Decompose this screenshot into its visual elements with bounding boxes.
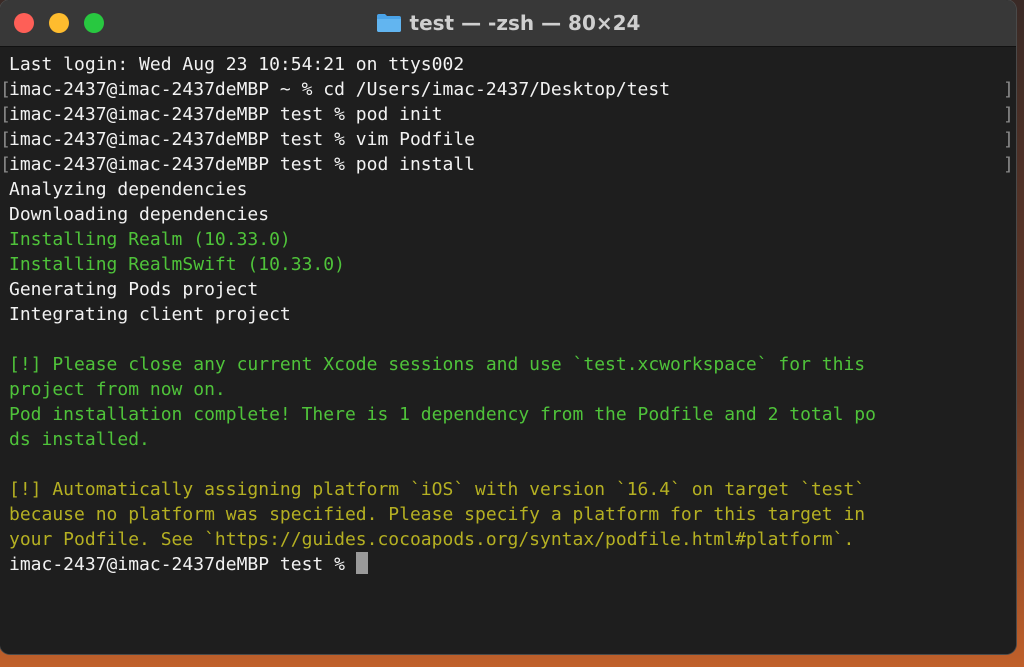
terminal-line: because no platform was specified. Pleas… [9,502,865,527]
window-title-group: test — -zsh — 80×24 [0,0,1016,46]
title-bar[interactable]: test — -zsh — 80×24 [0,0,1016,47]
terminal-line: Integrating client project [9,302,291,327]
line-marker-right: ] [1003,79,1014,100]
terminal-line-text: Downloading dependencies [9,204,270,225]
terminal-line-text: ds installed. [9,429,150,450]
terminal-line: Installing RealmSwift (10.33.0) [9,252,345,277]
terminal-line-text: Last login: Wed Aug 23 10:54:21 on ttys0… [9,54,465,75]
terminal-line: your Podfile. See `https://guides.cocoap… [9,527,854,552]
terminal-line-text: imac-2437@imac-2437deMBP ~ % cd /Users/i… [9,79,671,100]
text-cursor [355,552,368,574]
terminal-line-text: because no platform was specified. Pleas… [9,504,866,525]
terminal-line-text: Installing RealmSwift (10.33.0) [9,254,345,275]
terminal-line-text: Pod installation complete! There is 1 de… [9,404,876,425]
terminal-line: Downloading dependencies [9,202,269,227]
terminal-line-text: project from now on. [9,379,226,400]
terminal-line: imac-2437@imac-2437deMBP test % pod init [9,102,442,127]
terminal-line-text: imac-2437@imac-2437deMBP test % [9,554,356,575]
terminal-line-text: imac-2437@imac-2437deMBP test % pod inst… [9,154,475,175]
terminal-window[interactable]: test — -zsh — 80×24 Last login: Wed Aug … [0,0,1016,654]
terminal-line: [!] Automatically assigning platform `iO… [9,477,865,502]
terminal-line: Generating Pods project [9,277,258,302]
terminal-line-text: [!] Please close any current Xcode sessi… [9,354,866,375]
line-marker-right: ] [1003,104,1014,125]
terminal-line: imac-2437@imac-2437deMBP ~ % cd /Users/i… [9,77,670,102]
terminal-line-text: Generating Pods project [9,279,259,300]
terminal-line-text: Installing Realm (10.33.0) [9,229,291,250]
terminal-line: [!] Please close any current Xcode sessi… [9,352,865,377]
line-marker-right: ] [1003,154,1014,175]
terminal-line-text: Analyzing dependencies [9,179,248,200]
terminal-line-text: your Podfile. See `https://guides.cocoap… [9,529,855,550]
terminal-line: imac-2437@imac-2437deMBP test % pod inst… [9,152,475,177]
prompt-line: imac-2437@imac-2437deMBP test % [9,552,368,577]
terminal-line: Installing Realm (10.33.0) [9,227,291,252]
terminal-output[interactable]: Last login: Wed Aug 23 10:54:21 on ttys0… [0,47,1016,654]
terminal-line-text: Integrating client project [9,304,291,325]
terminal-line: ds installed. [9,427,150,452]
terminal-line: Pod installation complete! There is 1 de… [9,402,876,427]
terminal-line: imac-2437@imac-2437deMBP test % vim Podf… [9,127,475,152]
terminal-line: Analyzing dependencies [9,177,247,202]
folder-icon [376,13,402,33]
terminal-line: project from now on. [9,377,226,402]
window-title: test — -zsh — 80×24 [409,11,641,35]
line-marker-right: ] [1003,129,1014,150]
terminal-line-text: [!] Automatically assigning platform `iO… [9,479,866,500]
terminal-line-text: imac-2437@imac-2437deMBP test % pod init [9,104,443,125]
terminal-line: Last login: Wed Aug 23 10:54:21 on ttys0… [9,52,464,77]
terminal-line-text: imac-2437@imac-2437deMBP test % vim Podf… [9,129,475,150]
